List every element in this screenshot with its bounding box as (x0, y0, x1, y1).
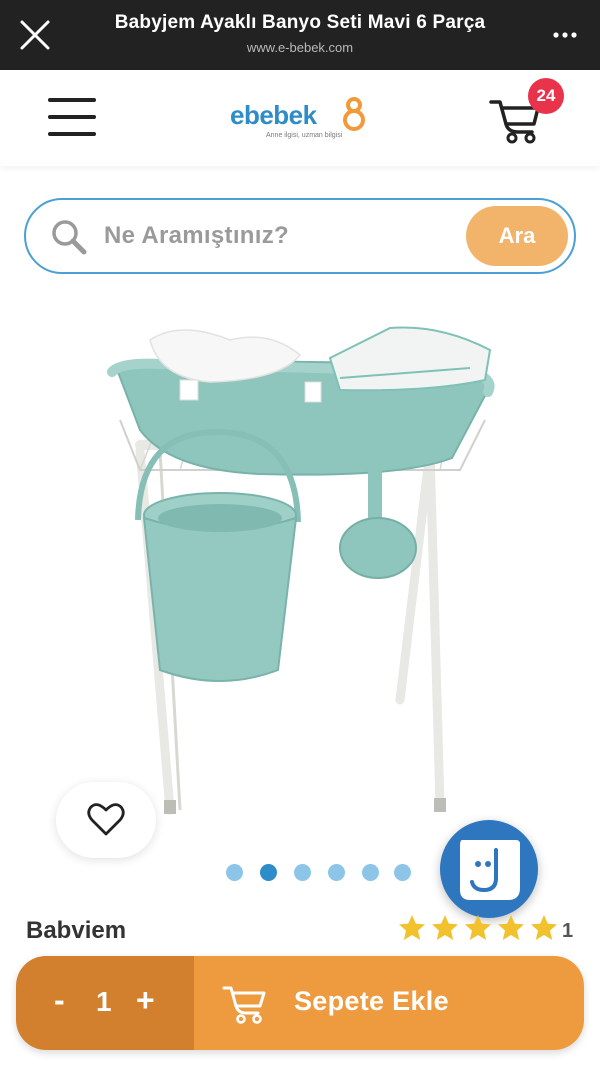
bottom-action-bar: - 1 + Sepete Ekle (16, 956, 584, 1050)
site-header: ebebek Anne ilgisi, uzman bilgisi (0, 70, 600, 166)
gallery-dot-active[interactable] (260, 864, 277, 881)
gallery-dot[interactable] (294, 864, 311, 881)
search-icon (52, 220, 87, 255)
logo-text: ebebek (230, 100, 317, 130)
star-icon (432, 915, 458, 940)
gallery-dot[interactable] (328, 864, 345, 881)
heart-icon (87, 803, 125, 836)
quantity-value: 1 (96, 986, 112, 1017)
browser-top-bar: Babyjem Ayaklı Banyo Seti Mavi 6 Parça w… (0, 0, 600, 70)
product-image[interactable] (100, 310, 500, 830)
quantity-stepper: - 1 + (16, 956, 194, 1050)
chat-button[interactable] (440, 820, 538, 918)
logo-mark-icon (343, 97, 365, 131)
rating-count: 1 (562, 920, 574, 942)
cart-count-badge: 24 (528, 78, 564, 114)
favorite-button[interactable] (56, 782, 156, 858)
add-to-cart-button[interactable]: Sepete Ekle (194, 956, 584, 1050)
search-bar[interactable]: Ne Aramıştınız? Ara (24, 198, 576, 274)
star-icon (498, 915, 524, 940)
gallery-dot[interactable] (394, 864, 411, 881)
gallery-dot[interactable] (362, 864, 379, 881)
quantity-increase-button[interactable]: + (136, 982, 155, 1019)
ebebek-logo[interactable]: ebebek Anne ilgisi, uzman bilgisi (230, 96, 370, 146)
star-icon (399, 915, 425, 940)
page-title: Babyjem Ayaklı Banyo Seti Mavi 6 Parça (114, 12, 486, 33)
page-url: www.e-bebek.com (246, 40, 354, 55)
chat-icon (460, 840, 520, 900)
add-to-cart-label: Sepete Ekle (294, 986, 449, 1016)
close-icon[interactable] (18, 18, 52, 52)
star-icon (465, 915, 491, 940)
quantity-decrease-button[interactable]: - (54, 982, 65, 1019)
search-input[interactable]: Ne Aramıştınız? (104, 222, 289, 250)
search-button[interactable]: Ara (466, 206, 568, 266)
gallery-dot[interactable] (226, 864, 243, 881)
more-icon[interactable] (552, 30, 578, 40)
star-icon (531, 915, 557, 940)
product-brand[interactable]: Babviem (26, 917, 126, 945)
stroller-cart-icon (222, 986, 266, 1024)
menu-icon[interactable] (48, 98, 96, 138)
logo-tagline: Anne ilgisi, uzman bilgisi (266, 132, 343, 139)
